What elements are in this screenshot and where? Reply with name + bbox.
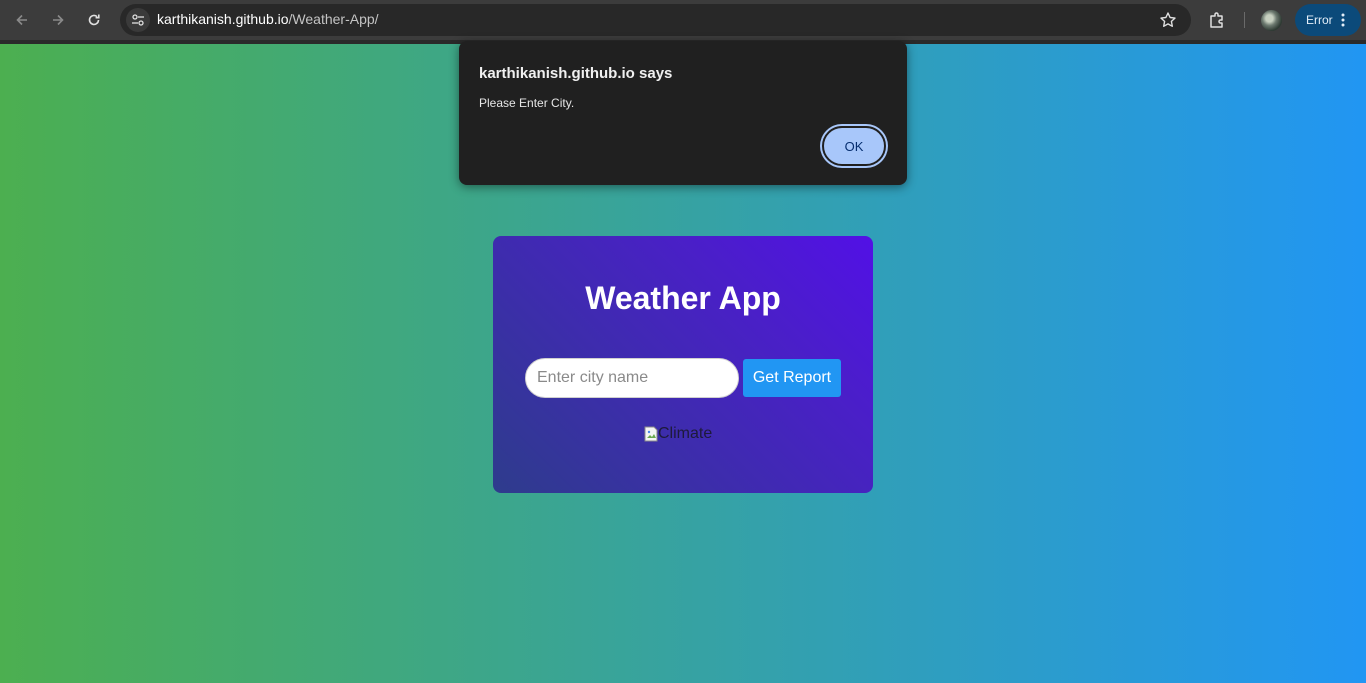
url-path: /Weather-App/: [288, 11, 379, 27]
alert-message: Please Enter City.: [479, 96, 575, 110]
profile-avatar[interactable]: [1261, 10, 1282, 31]
alert-title: karthikanish.github.io says: [479, 65, 673, 82]
climate-alt-text: Climate: [658, 425, 713, 442]
weather-card: Weather App Get Report Climate: [493, 236, 873, 493]
ok-button[interactable]: OK: [822, 126, 886, 166]
climate-image: Climate: [644, 425, 712, 443]
star-icon[interactable]: [1159, 11, 1177, 29]
forward-button[interactable]: [46, 8, 70, 32]
browser-toolbar: karthikanish.github.io/Weather-App/ Erro…: [0, 0, 1366, 40]
error-chip-label: Error: [1306, 13, 1333, 27]
site-info-button[interactable]: [126, 8, 150, 32]
toolbar-divider: [1244, 12, 1245, 28]
reload-icon: [88, 14, 100, 26]
error-menu-button[interactable]: Error: [1295, 4, 1361, 36]
back-button[interactable]: [10, 8, 34, 32]
city-input[interactable]: [525, 358, 739, 398]
alert-dialog: karthikanish.github.io says Please Enter…: [459, 41, 907, 185]
app-title: Weather App: [585, 280, 781, 316]
url-host: karthikanish.github.io: [157, 11, 289, 27]
get-report-button[interactable]: Get Report: [743, 359, 841, 397]
reload-button[interactable]: [82, 8, 106, 32]
forward-arrow-icon: [53, 14, 64, 26]
address-bar[interactable]: karthikanish.github.io/Weather-App/: [120, 4, 1191, 36]
url-text: karthikanish.github.io/Weather-App/: [157, 11, 379, 27]
kebab-menu-icon: [1341, 13, 1345, 27]
tune-icon: [132, 14, 144, 26]
back-arrow-icon: [16, 14, 27, 26]
puzzle-icon[interactable]: [1208, 10, 1228, 30]
broken-image-icon: [644, 426, 658, 442]
